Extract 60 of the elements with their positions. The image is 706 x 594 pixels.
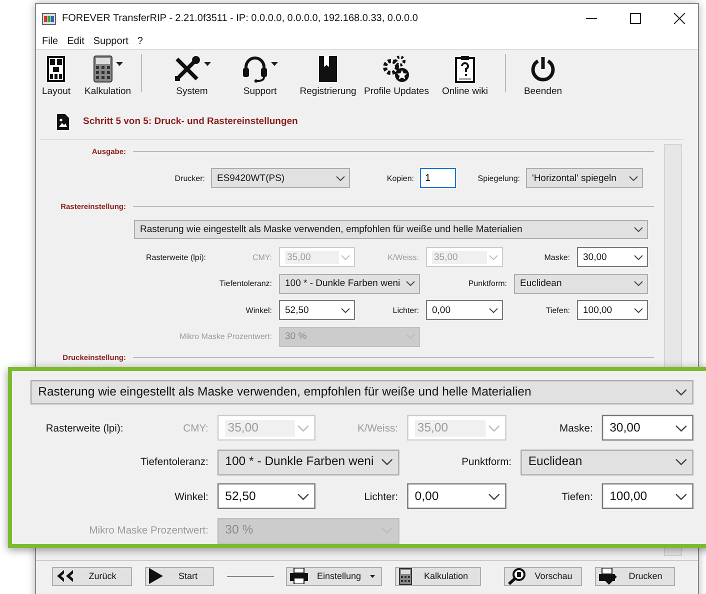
- combo-box[interactable]: 100,00: [602, 483, 694, 509]
- combo-box[interactable]: 30,00: [602, 414, 694, 441]
- field-label: Tiefen:: [562, 490, 594, 502]
- field-label: CMY:: [183, 422, 210, 434]
- combo-box[interactable]: 0,00: [426, 300, 503, 320]
- combo-box[interactable]: 52,50: [217, 483, 316, 509]
- combo-box[interactable]: 0,00: [407, 483, 506, 509]
- field-label: Tiefentoleranz:: [219, 279, 273, 288]
- field-label: K/Weiss:: [358, 422, 400, 434]
- action-button[interactable]: Drucken: [595, 566, 675, 586]
- toolbar-button[interactable]: Layout: [38, 50, 75, 97]
- copies-label: Kopien:: [386, 174, 415, 182]
- action-button[interactable]: Vorschau: [504, 566, 582, 586]
- printer-label: Drucker:: [174, 174, 206, 182]
- dropdown[interactable]: Euclidean: [514, 274, 648, 294]
- field-label: Tiefen:: [546, 306, 571, 314]
- toolbar-button[interactable]: Online wiki: [430, 50, 499, 97]
- toolbar-button[interactable]: System: [158, 50, 226, 97]
- field-label: Lichter:: [364, 490, 400, 502]
- combo-box[interactable]: 100,00: [577, 300, 648, 320]
- step-title: Schritt 5 von 5: Druck- und Rastereinstellungen: [83, 116, 298, 127]
- printer-dropdown[interactable]: ES9420WT(PS): [211, 168, 350, 188]
- menu-item[interactable]: Support: [93, 36, 128, 46]
- menu-item[interactable]: File: [42, 36, 58, 46]
- combo-box[interactable]: 52,50: [279, 300, 355, 320]
- field-label: Tiefentoleranz:: [140, 456, 210, 468]
- field-label: Mikro Maske Prozentwert:: [180, 332, 273, 341]
- field-label: Rasterweite (lpi):: [146, 252, 207, 262]
- menu-item[interactable]: ?: [137, 36, 143, 46]
- combo-box[interactable]: 30,00: [577, 247, 648, 267]
- copies-input[interactable]: 1: [420, 168, 456, 188]
- action-button[interactable]: Kalkulation: [395, 566, 481, 586]
- toolbar-button[interactable]: Support: [226, 50, 294, 97]
- field-label: Winkel:: [174, 490, 210, 502]
- toolbar-button[interactable]: Beenden: [520, 50, 566, 97]
- field-label: K/Weiss:: [388, 252, 420, 262]
- mirror-dropdown[interactable]: 'Horizontal' spiegeln: [526, 168, 643, 188]
- dropdown[interactable]: Euclidean: [520, 449, 694, 475]
- field-label: Mikro Maske Prozentwert:: [89, 524, 210, 536]
- action-button[interactable]: Start: [145, 566, 214, 586]
- mirror-label: Spiegelung:: [478, 174, 521, 182]
- action-button[interactable]: Zurück: [52, 566, 132, 586]
- action-button[interactable]: Einstellung: [286, 566, 382, 586]
- toolbar-button[interactable]: Kalkulation: [80, 50, 136, 97]
- field-label: Lichter:: [392, 306, 420, 314]
- field-label: Punktform:: [462, 456, 513, 468]
- field-label: Winkel:: [246, 306, 273, 314]
- dropdown[interactable]: 100 * - Dunkle Farben weni: [217, 449, 400, 475]
- dropdown[interactable]: 100 * - Dunkle Farben weni: [279, 274, 420, 294]
- field-label: Rasterweite (lpi):: [46, 422, 124, 434]
- menu-item[interactable]: Edit: [67, 36, 84, 46]
- field-label: Maske:: [544, 252, 571, 262]
- field-label: CMY:: [252, 252, 273, 262]
- field-label: Punktform:: [468, 279, 508, 288]
- toolbar-button[interactable]: Profile Updates: [362, 50, 431, 97]
- raster-mode-dropdown[interactable]: Rasterung wie eingestellt als Maske verwenden, empfohlen für weiße und helle Materialien: [134, 220, 648, 239]
- toolbar-button[interactable]: Registrierung: [294, 50, 362, 97]
- field-label: Maske:: [560, 422, 594, 434]
- window-title: FOREVER TransferRIP - 2.21.0f3511 - IP: 0.0.0.0, 0.0.0.0, 192.168.0.33, 0.0.0.0: [62, 13, 418, 24]
- raster-mode-dropdown[interactable]: Rasterung wie eingestellt als Maske verwenden, empfohlen für weiße und helle Materialien: [30, 380, 694, 404]
